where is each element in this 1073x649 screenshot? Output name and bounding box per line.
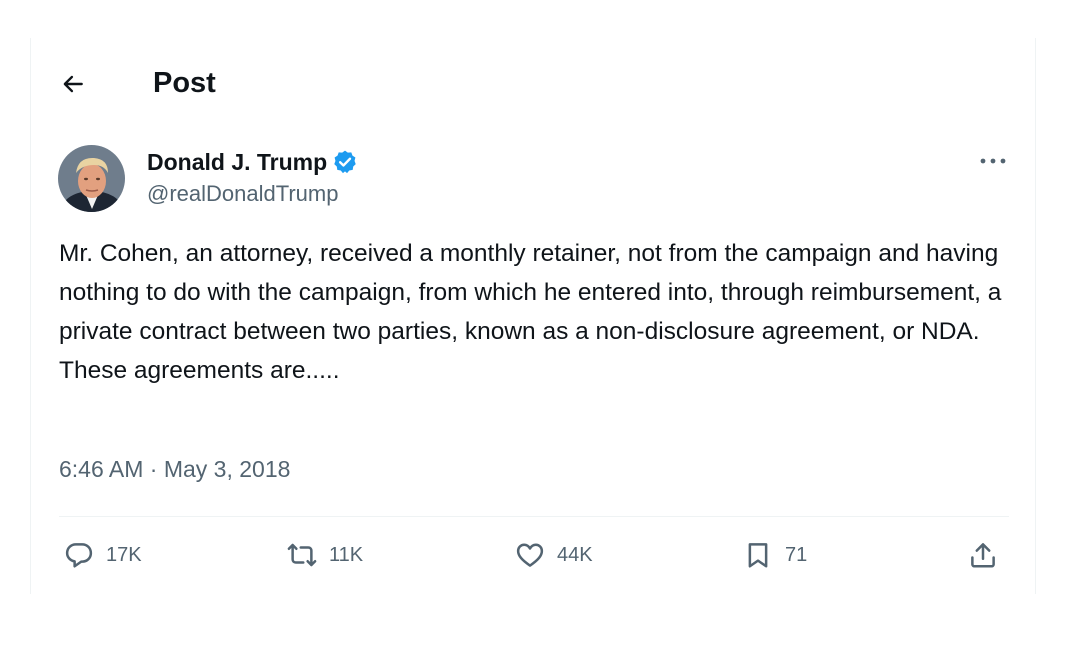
- repost-count: 11K: [329, 543, 364, 566]
- repost-icon: [287, 543, 317, 567]
- heart-icon: [516, 543, 544, 567]
- avatar[interactable]: [58, 145, 125, 212]
- verified-badge-icon: [334, 150, 356, 174]
- more-horizontal-icon: [980, 158, 1006, 164]
- author-handle[interactable]: @realDonaldTrump: [147, 181, 338, 207]
- back-button[interactable]: [53, 64, 93, 104]
- reply-button[interactable]: 17K: [64, 532, 142, 578]
- page-title: Post: [153, 67, 216, 99]
- author-name-row: Donald J. Trump: [147, 146, 358, 178]
- share-icon: [971, 543, 995, 568]
- author-display-name[interactable]: Donald J. Trump: [147, 149, 327, 176]
- divider: [59, 516, 1009, 517]
- like-button[interactable]: 44K: [515, 532, 593, 578]
- reply-icon: [65, 543, 93, 568]
- bookmark-button[interactable]: 71: [743, 532, 807, 578]
- post-header: Post: [31, 38, 1035, 128]
- avatar-image: [58, 145, 125, 212]
- repost-button[interactable]: 11K: [287, 532, 363, 578]
- post-actions: 17K 11K 44K 71: [31, 532, 1035, 578]
- post-timestamp[interactable]: 6:46 AM · May 3, 2018: [59, 456, 290, 483]
- post-text: Mr. Cohen, an attorney, received a month…: [59, 240, 1002, 384]
- arrow-left-icon: [63, 75, 83, 93]
- bookmark-icon: [748, 543, 768, 568]
- bookmark-count: 71: [785, 543, 808, 566]
- share-button[interactable]: [968, 532, 998, 578]
- like-count: 44K: [557, 543, 593, 566]
- reply-count: 17K: [106, 543, 142, 566]
- post-card: Post Donald J. Trump @realDonaldTrump Mr…: [30, 38, 1036, 594]
- more-options-button[interactable]: [973, 146, 1013, 176]
